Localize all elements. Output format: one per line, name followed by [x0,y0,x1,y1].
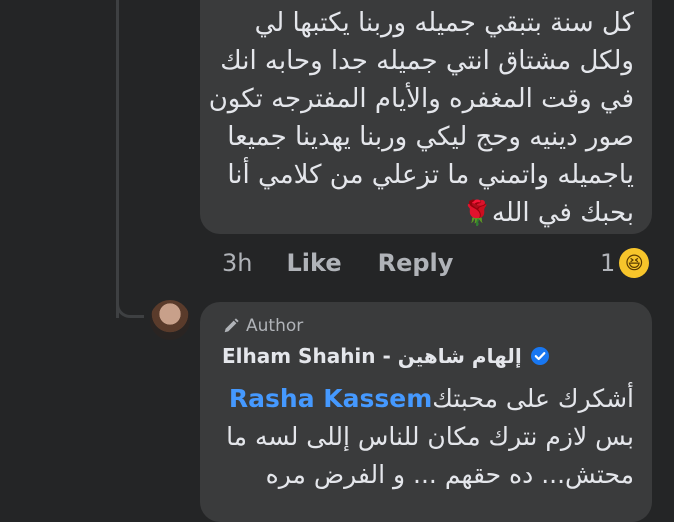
reply-text-line: بس لازم نترك مكان للناس إللى لسه ما [226,422,634,451]
haha-reaction-icon: 😆 [619,248,650,278]
avatar[interactable] [150,300,190,340]
author-badge: Author [222,314,634,338]
reply-bubble: Author Elham Shahin - إلهام شاهين أشكرك … [200,302,652,522]
comment-text-line: ولكل مشتاق انتي جميله جدا وحابه انك [220,46,634,76]
comment-text-line: ياجميله واتمني ما تزعلي من كلامي أنا [227,160,634,190]
reaction-summary[interactable]: 1 😆 [600,248,650,278]
reply-text-line: أشكرك على محبتكRasha Kassem [222,380,634,418]
verified-badge-icon [530,347,549,365]
comment-text-line: صور دينيه وحج ليكي وربنا يهدينا جميعا [227,122,634,152]
comment-text-line: بحبك في الله🌹 [218,194,634,232]
rose-emoji-icon: 🌹 [462,199,492,227]
comment-text-last: بحبك في الله [491,198,634,228]
reply-button[interactable]: Reply [378,249,454,277]
like-button[interactable]: Like [286,249,341,277]
thread-line [116,0,119,318]
mention-link[interactable]: Rasha Kassem [229,384,432,413]
thread-connector [116,300,144,318]
comment-timestamp[interactable]: 3h [222,249,252,277]
reaction-count: 1 [600,249,616,277]
comment-bubble: كل سنة بتبقي جميله وربنا يكتبها لي ولكل … [200,0,652,234]
reply-author-row: Elham Shahin - إلهام شاهين [222,340,634,372]
comment-actions: 3h Like Reply [222,248,453,278]
comment-text-line: في وقت المغفره والأيام المفترجه تكون [208,84,634,114]
author-badge-label: Author [246,316,304,336]
comment-text-line: كل سنة بتبقي جميله وربنا يكتبها لي [254,8,634,38]
reply-text-first: أشكرك على محبتك [432,384,634,413]
reply-text-line: محتش... ده حقهم ... و الفرض مره [265,460,634,489]
author-name[interactable]: Elham Shahin - إلهام شاهين [222,344,522,368]
pencil-icon [224,318,239,333]
